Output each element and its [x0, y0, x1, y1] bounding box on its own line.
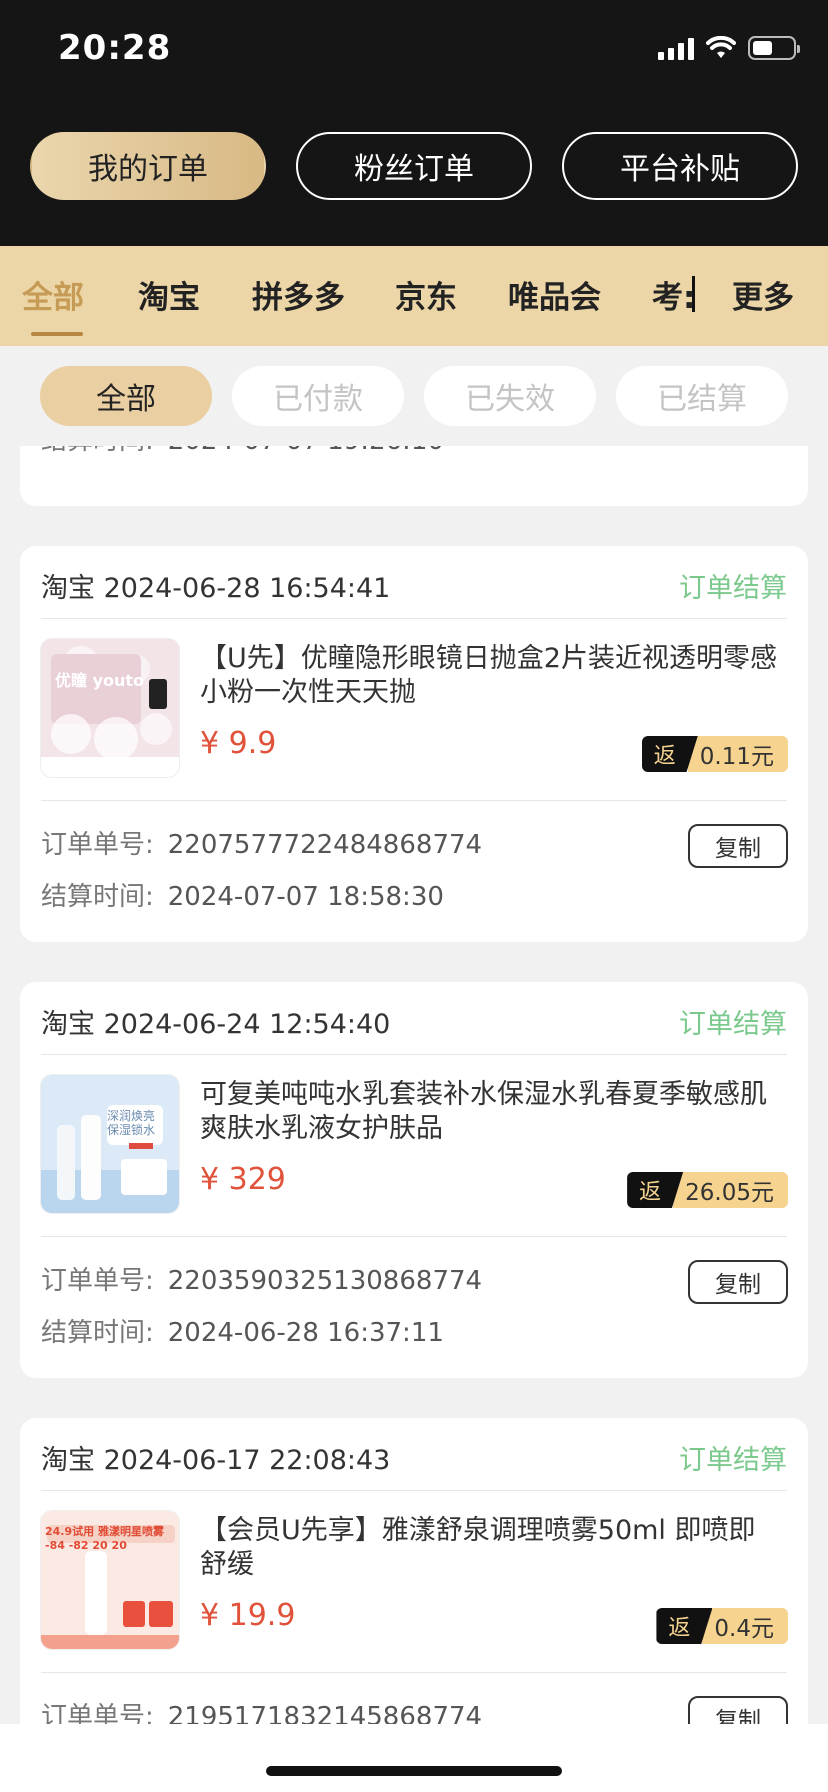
top-tabs: 我的订单 粉丝订单 平台补贴 [30, 132, 798, 200]
platform-tab-all[interactable]: 全部 [22, 272, 84, 317]
product-price: ¥ 19.9 [200, 1598, 296, 1633]
order-created-time: 2024-06-24 12:54:40 [103, 1009, 391, 1040]
header: 20:28 我的订单 粉丝订单 平台补贴 [0, 0, 828, 246]
copy-button[interactable]: 复制 [688, 824, 788, 868]
home-indicator[interactable] [266, 1766, 562, 1776]
divider [41, 1054, 787, 1055]
order-status: 订单结算 [679, 573, 787, 604]
rebate-amount: 0.11元 [687, 736, 788, 772]
settle-time-value: 2024-07-07 19:26:10 [168, 446, 444, 456]
divider [41, 1236, 787, 1237]
status-time: 20:28 [58, 28, 172, 68]
order-card: 淘宝 2024-06-24 12:54:40 订单结算 深润焕亮 保湿锁水 可复… [20, 982, 808, 1378]
settle-time-label: 结算时间: [41, 446, 154, 456]
platform-tabs: 全部 淘宝 拼多多 京东 唯品会 考: 更多 [0, 246, 828, 346]
home-bar [0, 1724, 828, 1792]
rebate-badge: 返 26.05元 [627, 1172, 788, 1208]
order-number-label: 订单单号: [41, 1266, 154, 1296]
product-thumbnail[interactable]: 24.9试用 雅漾明星喷雾 -84 -82 20 20 [40, 1510, 180, 1650]
order-created-time: 2024-06-17 22:08:43 [103, 1445, 391, 1476]
settle-time-label: 结算时间: [41, 882, 154, 912]
battery-icon [748, 36, 800, 60]
settle-time-label: 结算时间: [41, 1318, 154, 1348]
rebate-badge: 返 0.4元 [656, 1608, 788, 1644]
platform-tab-more[interactable]: 更多 [732, 272, 794, 317]
wifi-icon [706, 36, 736, 58]
product-title[interactable]: 【U先】优瞳隐形眼镜日抛盒2片装近视透明零感小粉一次性天天抛 [200, 642, 780, 710]
tab-my-orders[interactable]: 我的订单 [30, 132, 266, 200]
signal-icon [658, 36, 694, 60]
divider [41, 800, 787, 801]
order-number-value: 2195171832145868774 [167, 1702, 483, 1724]
product-title[interactable]: 【会员U先享】雅漾舒泉调理喷雾50ml 即喷即舒缓 [200, 1514, 780, 1582]
status-icons [658, 36, 800, 60]
product-price: ¥ 9.9 [200, 726, 277, 761]
active-tab-indicator [31, 332, 83, 336]
divider [41, 1490, 787, 1491]
order-number-value: 2203590325130868774 [167, 1266, 483, 1296]
settle-time-row: 结算时间: 2024-07-07 18:58:30 [41, 876, 444, 913]
order-number-row: 订单单号: 2207577722484868774 [41, 824, 482, 861]
order-platform: 淘宝 [41, 1009, 95, 1040]
tab-platform-subsidy[interactable]: 平台补贴 [562, 132, 798, 200]
more-divider [692, 276, 695, 312]
settle-time-value: 2024-07-07 18:58:30 [167, 882, 444, 912]
thumbnail-caption: 24.9试用 雅漾明星喷雾 -84 -82 20 20 [45, 1525, 164, 1552]
order-header: 淘宝 2024-06-17 22:08:43 [41, 1438, 390, 1477]
rebate-amount: 26.05元 [673, 1172, 788, 1208]
platform-tab-partial[interactable]: 考: [652, 272, 695, 317]
copy-button[interactable]: 复制 [688, 1696, 788, 1724]
order-list[interactable]: 结算时间: 2024-07-07 19:26:10 淘宝 2024-06-28 1… [0, 446, 828, 1724]
order-header: 淘宝 2024-06-28 16:54:41 [41, 566, 390, 605]
settle-time-row: 结算时间: 2024-07-07 19:26:10 [41, 446, 444, 457]
order-card: 淘宝 2024-06-28 16:54:41 订单结算 优瞳 youto 【U先… [20, 546, 808, 942]
divider [41, 618, 787, 619]
tab-fan-orders[interactable]: 粉丝订单 [296, 132, 532, 200]
platform-tab-taobao[interactable]: 淘宝 [138, 272, 200, 317]
order-created-time: 2024-06-28 16:54:41 [103, 573, 391, 604]
product-price: ¥ 329 [200, 1162, 286, 1197]
thumbnail-brand-text: 优瞳 youto [55, 671, 145, 690]
order-number-label: 订单单号: [41, 830, 154, 860]
order-status: 订单结算 [679, 1445, 787, 1476]
filter-settled[interactable]: 已结算 [616, 366, 788, 426]
settle-time-row: 结算时间: 2024-06-28 16:37:11 [41, 1312, 444, 1349]
status-filters: 全部 已付款 已失效 已结算 [0, 346, 828, 446]
divider [41, 1672, 787, 1673]
settle-time-value: 2024-06-28 16:37:11 [167, 1318, 444, 1348]
product-title[interactable]: 可复美吨吨水乳套装补水保湿水乳春夏季敏感肌爽肤水乳液女护肤品 [200, 1078, 780, 1146]
order-card: 淘宝 2024-06-17 22:08:43 订单结算 24.9试用 雅漾明星喷… [20, 1418, 808, 1724]
product-image [41, 1075, 179, 1213]
order-card: 结算时间: 2024-07-07 19:26:10 [20, 446, 808, 506]
product-thumbnail[interactable]: 深润焕亮 保湿锁水 [40, 1074, 180, 1214]
order-platform: 淘宝 [41, 573, 95, 604]
platform-tab-pinduoduo[interactable]: 拼多多 [252, 272, 345, 317]
order-number-row: 订单单号: 2195171832145868774 [41, 1696, 482, 1724]
platform-tab-vip[interactable]: 唯品会 [508, 272, 601, 317]
copy-button[interactable]: 复制 [688, 1260, 788, 1304]
rebate-badge: 返 0.11元 [641, 736, 788, 772]
platform-tab-jd[interactable]: 京东 [395, 272, 457, 317]
product-image [41, 639, 179, 777]
order-number-label: 订单单号: [41, 1702, 154, 1724]
filter-all[interactable]: 全部 [40, 366, 212, 426]
order-number-row: 订单单号: 2203590325130868774 [41, 1260, 482, 1297]
order-number-value: 2207577722484868774 [167, 830, 483, 860]
product-thumbnail[interactable]: 优瞳 youto [40, 638, 180, 778]
order-status: 订单结算 [679, 1009, 787, 1040]
thumbnail-caption: 深润焕亮 保湿锁水 [107, 1109, 156, 1137]
order-header: 淘宝 2024-06-24 12:54:40 [41, 1002, 390, 1041]
filter-paid[interactable]: 已付款 [232, 366, 404, 426]
filter-invalid[interactable]: 已失效 [424, 366, 596, 426]
rebate-amount: 0.4元 [702, 1608, 788, 1644]
order-platform: 淘宝 [41, 1445, 95, 1476]
